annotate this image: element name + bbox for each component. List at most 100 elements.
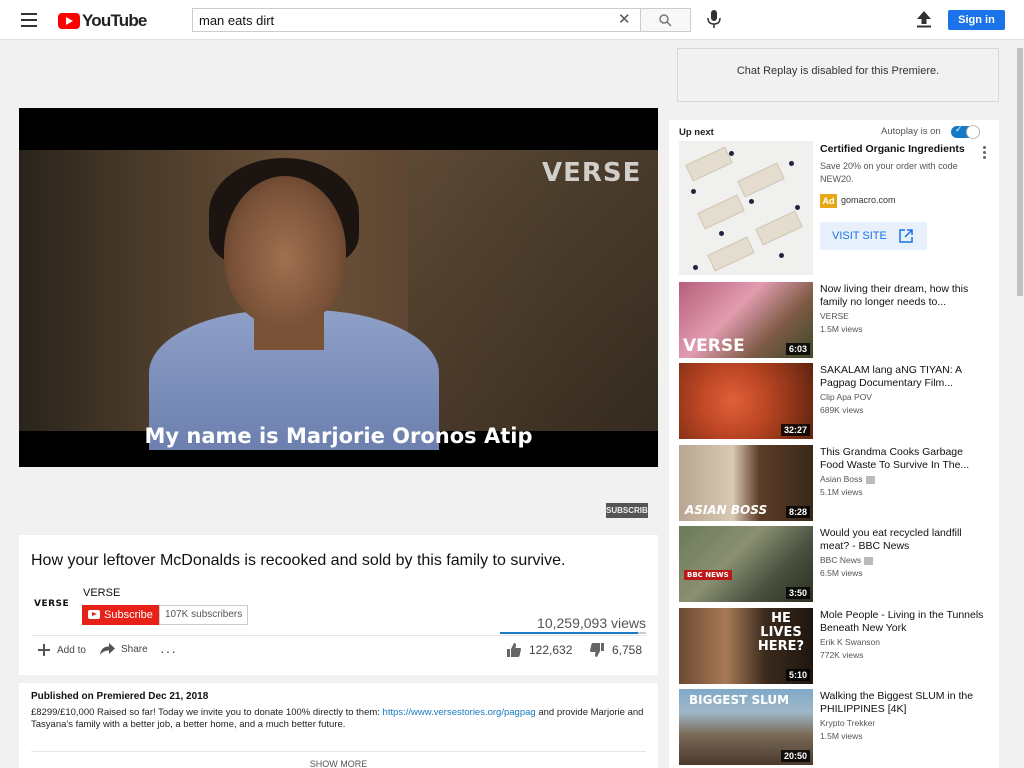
video-thumbnail: ASIAN BOSS 8:28 (679, 445, 813, 521)
ad-decoration (795, 205, 800, 210)
video-duration: 32:27 (780, 424, 810, 436)
youtube-icon (88, 610, 100, 619)
dislike-count: 6,758 (612, 643, 643, 657)
ad-product-image (737, 162, 785, 198)
up-next-sidebar: Up next Autoplay is on ✓ Certified Organ… (669, 120, 999, 768)
show-more-button[interactable]: SHOW MORE (19, 759, 658, 768)
publish-date: Published on Premiered Dec 21, 2018 (31, 691, 209, 702)
view-count: 5.1M views (820, 487, 863, 497)
channel-name[interactable]: VERSE (83, 587, 120, 599)
description-text: £8299/£10,000 Raised so far! Today we in… (31, 707, 646, 731)
search-input[interactable] (193, 9, 613, 31)
menu-icon[interactable] (21, 13, 37, 27)
video-thumbnail: HE LIVES HERE? 5:10 (679, 608, 813, 684)
subscribe-button[interactable]: Subscribe (82, 605, 159, 625)
clear-search-icon[interactable]: ✕ (618, 12, 631, 28)
video-title: Now living their dream, how this family … (820, 283, 969, 308)
scene-background (408, 150, 658, 431)
video-duration: 20:50 (780, 750, 810, 762)
check-icon: ✓ (955, 124, 963, 134)
mic-button[interactable] (707, 10, 721, 33)
video-duration: 3:50 (785, 587, 810, 599)
up-next-video[interactable]: VERSE 6:03 Now living their dream, how t… (679, 282, 999, 358)
ad-description: Save 20% on your order with code NEW20. (820, 161, 958, 184)
ad-thumbnail[interactable] (679, 141, 813, 275)
like-button[interactable]: 122,632 (507, 643, 572, 657)
ad-decoration (693, 265, 698, 270)
channel-name: Erik K Swanson (820, 637, 880, 647)
ad-domain: gomacro.com (841, 195, 896, 205)
visit-site-button[interactable]: VISIT SITE (820, 222, 927, 250)
video-caption: My name is Marjorie Oronos Atip (144, 424, 533, 448)
search-icon (659, 14, 672, 27)
toggle-knob (966, 125, 980, 139)
external-link-icon (899, 229, 913, 243)
divider (31, 751, 646, 752)
channel-name-text: BBC News (820, 555, 862, 565)
more-actions-button[interactable]: ··· (160, 643, 177, 659)
share-button[interactable]: Share (100, 643, 148, 655)
view-count: 772K views (820, 650, 864, 660)
donation-link[interactable]: https://www.versestories.org/pagpag (383, 707, 536, 718)
ad-product-image (707, 236, 755, 272)
channel-name: Asian Boss (820, 474, 875, 484)
thumbnail-text: HE LIVES HERE? (757, 611, 805, 654)
upload-button[interactable] (916, 10, 932, 33)
ad-decoration (719, 231, 724, 236)
scene-figure-face (224, 176, 346, 326)
youtube-logo[interactable]: YouTube (58, 11, 147, 31)
add-to-button[interactable]: Add to (37, 643, 86, 657)
plus-icon (38, 644, 50, 656)
ad-title[interactable]: Certified Organic Ingredients (820, 143, 965, 155)
ad-product-image (697, 194, 745, 230)
sign-in-button[interactable]: Sign in (948, 10, 1005, 30)
up-next-video[interactable]: HE LIVES HERE? 5:10 Mole People - Living… (679, 608, 999, 684)
video-info-card: How your leftover McDonalds is recooked … (19, 535, 658, 675)
video-title: This Grandma Cooks Garbage Food Waste To… (820, 446, 970, 471)
channel-avatar[interactable]: VERSE (34, 599, 69, 609)
video-duration: 5:10 (785, 669, 810, 681)
ad-badge: Ad (820, 194, 837, 208)
page-scrollbar[interactable] (1017, 48, 1023, 296)
up-next-video[interactable]: BBC NEWS 3:50 Would you eat recycled lan… (679, 526, 999, 602)
ad-product-image (755, 210, 803, 246)
video-title: How your leftover McDonalds is recooked … (31, 552, 566, 569)
upload-icon (917, 11, 931, 28)
ad-decoration (749, 199, 754, 204)
ad-decoration (729, 151, 734, 156)
video-frame (19, 150, 658, 450)
autoplay-label: Autoplay is on (881, 126, 941, 137)
channel-name: BBC News (820, 555, 874, 565)
search-button[interactable] (641, 8, 691, 32)
ad-decoration (691, 189, 696, 194)
subscribe-label: Subscribe (104, 609, 153, 621)
video-title: Walking the Biggest SLUM in the PHILIPPI… (820, 690, 974, 715)
subscriber-count: 107K subscribers (159, 605, 249, 625)
up-next-video[interactable]: BIGGEST SLUM 20:50 Walking the Biggest S… (679, 689, 999, 765)
video-player[interactable]: VERSE My name is Marjorie Oronos Atip (19, 108, 658, 467)
thumbs-up-icon (507, 643, 521, 657)
video-thumbnail: 32:27 (679, 363, 813, 439)
ad-menu-icon[interactable] (983, 146, 987, 161)
video-title: Would you eat recycled landfill meat? - … (820, 527, 962, 552)
video-duration: 6:03 (785, 343, 810, 355)
ad-decoration (779, 253, 784, 258)
thumbnail-text: ASIAN BOSS (685, 503, 768, 517)
video-thumbnail: BBC NEWS 3:50 (679, 526, 813, 602)
up-next-video[interactable]: 32:27 SAKALAM lang aNG TIYAN: A Pagpag D… (679, 363, 999, 439)
autoplay-toggle[interactable]: ✓ (951, 124, 980, 139)
search-box: ✕ (192, 8, 641, 32)
ad-decoration (789, 161, 794, 166)
like-count: 122,632 (529, 643, 573, 657)
dislike-button[interactable]: 6,758 (590, 643, 642, 657)
channel-name: Clip Apa POV (820, 392, 872, 402)
channel-name: VERSE (820, 311, 849, 321)
youtube-play-icon (58, 13, 80, 29)
subscribe-watermark-button[interactable]: SUBSCRIBE (606, 503, 653, 518)
channel-name-text: Asian Boss (820, 474, 863, 484)
view-count: 6.5M views (820, 568, 863, 578)
up-next-video[interactable]: ASIAN BOSS 8:28 This Grandma Cooks Garba… (679, 445, 999, 521)
channel-name: Krypto Trekker (820, 718, 876, 728)
share-icon (100, 643, 115, 655)
view-count: 10,259,093 views (537, 615, 646, 631)
